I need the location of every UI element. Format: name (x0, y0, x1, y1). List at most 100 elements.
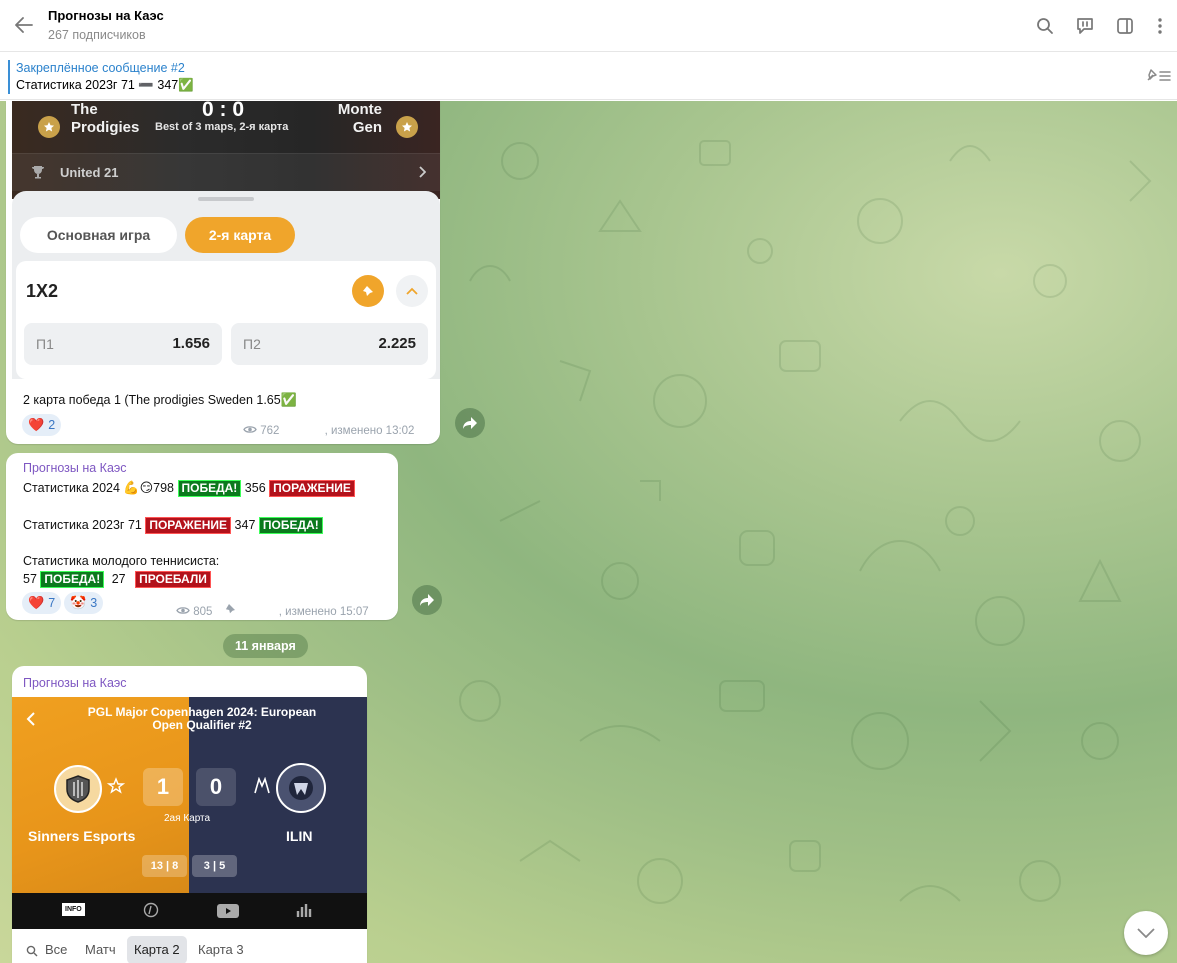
clown-icon: 🤡 (70, 595, 87, 611)
stats-2024-line: Статистика 2024 💪😏798 ПОБЕДА! 356 ПОРАЖЕ… (23, 479, 393, 498)
tab-map-2[interactable]: Карта 2 (127, 936, 187, 963)
pinned-title: Закреплённое сообщение #2 (16, 61, 185, 75)
loss-badge: ПОРАЖЕНИЕ (269, 480, 355, 497)
tab-all[interactable]: Все (45, 942, 67, 957)
heart-icon: ❤️ (28, 417, 45, 433)
team2-line1: Monte (337, 101, 382, 118)
sidebar-toggle-icon[interactable] (1113, 14, 1137, 38)
match-screenshot-image[interactable]: The Prodigies 0 : 0 Best of 3 maps, 2-я … (12, 101, 440, 379)
message-author[interactable]: Прогнозы на Каэс (23, 461, 127, 475)
bet-panel: Основная игра 2-я карта 1X2 П1 1.656 П2 … (12, 191, 440, 379)
message-bubble[interactable]: The Prodigies 0 : 0 Best of 3 maps, 2-я … (6, 101, 440, 444)
pinned-list-icon[interactable] (1144, 66, 1172, 89)
eye-icon (243, 425, 257, 437)
collapse-icon[interactable] (396, 275, 428, 307)
reaction-count: 7 (48, 596, 56, 610)
chart-icon[interactable] (296, 902, 314, 923)
team1-logo-icon (54, 765, 102, 813)
odd-label: П1 (36, 336, 54, 352)
search-icon[interactable] (1033, 14, 1057, 38)
match-format: Best of 3 maps, 2-я карта (155, 121, 289, 133)
pinned-text: Статистика 2023г 71 ➖ 347✅ (16, 78, 194, 92)
back-arrow-icon[interactable] (12, 12, 36, 38)
team2-logo-icon (276, 763, 326, 813)
match-header: The Prodigies 0 : 0 Best of 3 maps, 2-я … (12, 101, 440, 199)
stats-icon[interactable] (143, 902, 159, 923)
eye-icon (176, 606, 190, 618)
odd-label: П2 (243, 336, 261, 352)
wins-count: 57 (23, 572, 37, 586)
subscriber-count: 267 подписчиков (48, 28, 146, 42)
win-badge: ПОБЕДА! (177, 480, 242, 497)
reaction-heart[interactable]: ❤️ 2 (22, 414, 62, 436)
tab-map-2[interactable]: 2-я карта (185, 217, 295, 253)
team1-line1: The (71, 101, 98, 118)
odd-p1[interactable]: П1 1.656 (24, 323, 222, 365)
message-bubble[interactable]: Прогнозы на Каэс PGL Major Copenhagen 20… (12, 666, 367, 963)
pinned-message-bar[interactable]: Закреплённое сообщение #2 Статистика 202… (0, 53, 1177, 100)
team2-name: ILIN (286, 828, 313, 844)
stats-2024-label: Статистика 2024 (23, 481, 124, 495)
drag-handle (198, 197, 254, 201)
message-text: Статистика 2024 💪😏798 ПОБЕДА! 356 ПОРАЖЕ… (23, 479, 393, 588)
team1-map-score: 13 | 8 (142, 855, 187, 877)
team1-logo-icon (38, 116, 60, 138)
forward-icon[interactable] (455, 408, 485, 438)
reaction-heart[interactable]: ❤️ 7 (22, 592, 62, 614)
losses-count: 356 (241, 481, 266, 495)
event-title: PGL Major Copenhagen 2024: European Open… (87, 705, 317, 732)
heart-icon: ❤️ (28, 595, 45, 611)
match-score-image[interactable]: PGL Major Copenhagen 2024: European Open… (12, 697, 367, 963)
message-meta: 762 , изменено 13:02 (243, 425, 414, 437)
pinned-indicator (8, 60, 10, 94)
stats-2023-label: Статистика 2023г 71 (23, 518, 146, 532)
edited-time: , изменено 15:07 (278, 606, 369, 618)
forward-icon[interactable] (412, 585, 442, 615)
info-tab[interactable]: INFO (62, 903, 85, 916)
wins-count: 798 (153, 481, 175, 495)
reaction-count: 3 (90, 596, 98, 610)
reaction-clown[interactable]: 🤡 3 (64, 592, 104, 614)
back-arrow-icon[interactable] (26, 712, 36, 731)
tennis-label: Статистика молодого теннисиста: (23, 554, 220, 568)
odd-value: 1.656 (172, 335, 210, 352)
loss-badge: ПОРАЖЕНИЕ (145, 517, 232, 534)
comments-icon[interactable] (1073, 14, 1097, 38)
team1-name: The Prodigies (71, 101, 139, 137)
message-meta: 805 , изменено 15:07 (176, 603, 369, 618)
view-count: 762 (260, 425, 280, 437)
video-icon[interactable] (216, 903, 240, 924)
tournament-row[interactable]: United 21 (12, 153, 440, 191)
date-separator: 11 января (223, 634, 308, 658)
chat-area[interactable]: The Prodigies 0 : 0 Best of 3 maps, 2-я … (0, 101, 1177, 963)
team1-score: 1 (143, 768, 183, 806)
reaction-count: 2 (48, 418, 56, 432)
more-icon[interactable] (1148, 14, 1172, 38)
channel-title[interactable]: Прогнозы на Каэс (48, 8, 164, 23)
check-emoji: ✅ (280, 393, 297, 408)
message-author[interactable]: Прогнозы на Каэс (23, 676, 127, 690)
search-icon (26, 944, 38, 962)
chevron-right-icon (418, 165, 427, 183)
win-badge: ПОБЕДА! (40, 571, 105, 588)
message-bubble[interactable]: Прогнозы на Каэс Статистика 2024 💪😏798 П… (6, 453, 398, 620)
team2-emblem-icon (252, 776, 272, 800)
image-nav-bar: INFO (12, 893, 367, 929)
stats-2023-line: Статистика 2023г 71 ПОРАЖЕНИЕ 347 ПОБЕДА… (23, 516, 393, 534)
odd-p2[interactable]: П2 2.225 (231, 323, 428, 365)
match-score: 0 : 0 (202, 101, 245, 121)
tab-map-3[interactable]: Карта 3 (198, 942, 244, 957)
tab-match[interactable]: Матч (85, 942, 116, 957)
pin-icon (224, 604, 236, 618)
wins-count: 347 (234, 518, 256, 532)
scroll-to-bottom-button[interactable] (1124, 911, 1168, 955)
tab-main-game[interactable]: Основная игра (20, 217, 177, 253)
team1-line2: Prodigies (71, 119, 140, 136)
odd-value: 2.225 (378, 335, 416, 352)
team1-name: Sinners Esports (28, 828, 136, 844)
team2-map-score: 3 | 5 (192, 855, 237, 877)
team2-name: Monte Gen (338, 101, 382, 137)
team2-score: 0 (196, 768, 236, 806)
star-icon (106, 777, 126, 800)
pin-market-icon[interactable] (352, 275, 384, 307)
